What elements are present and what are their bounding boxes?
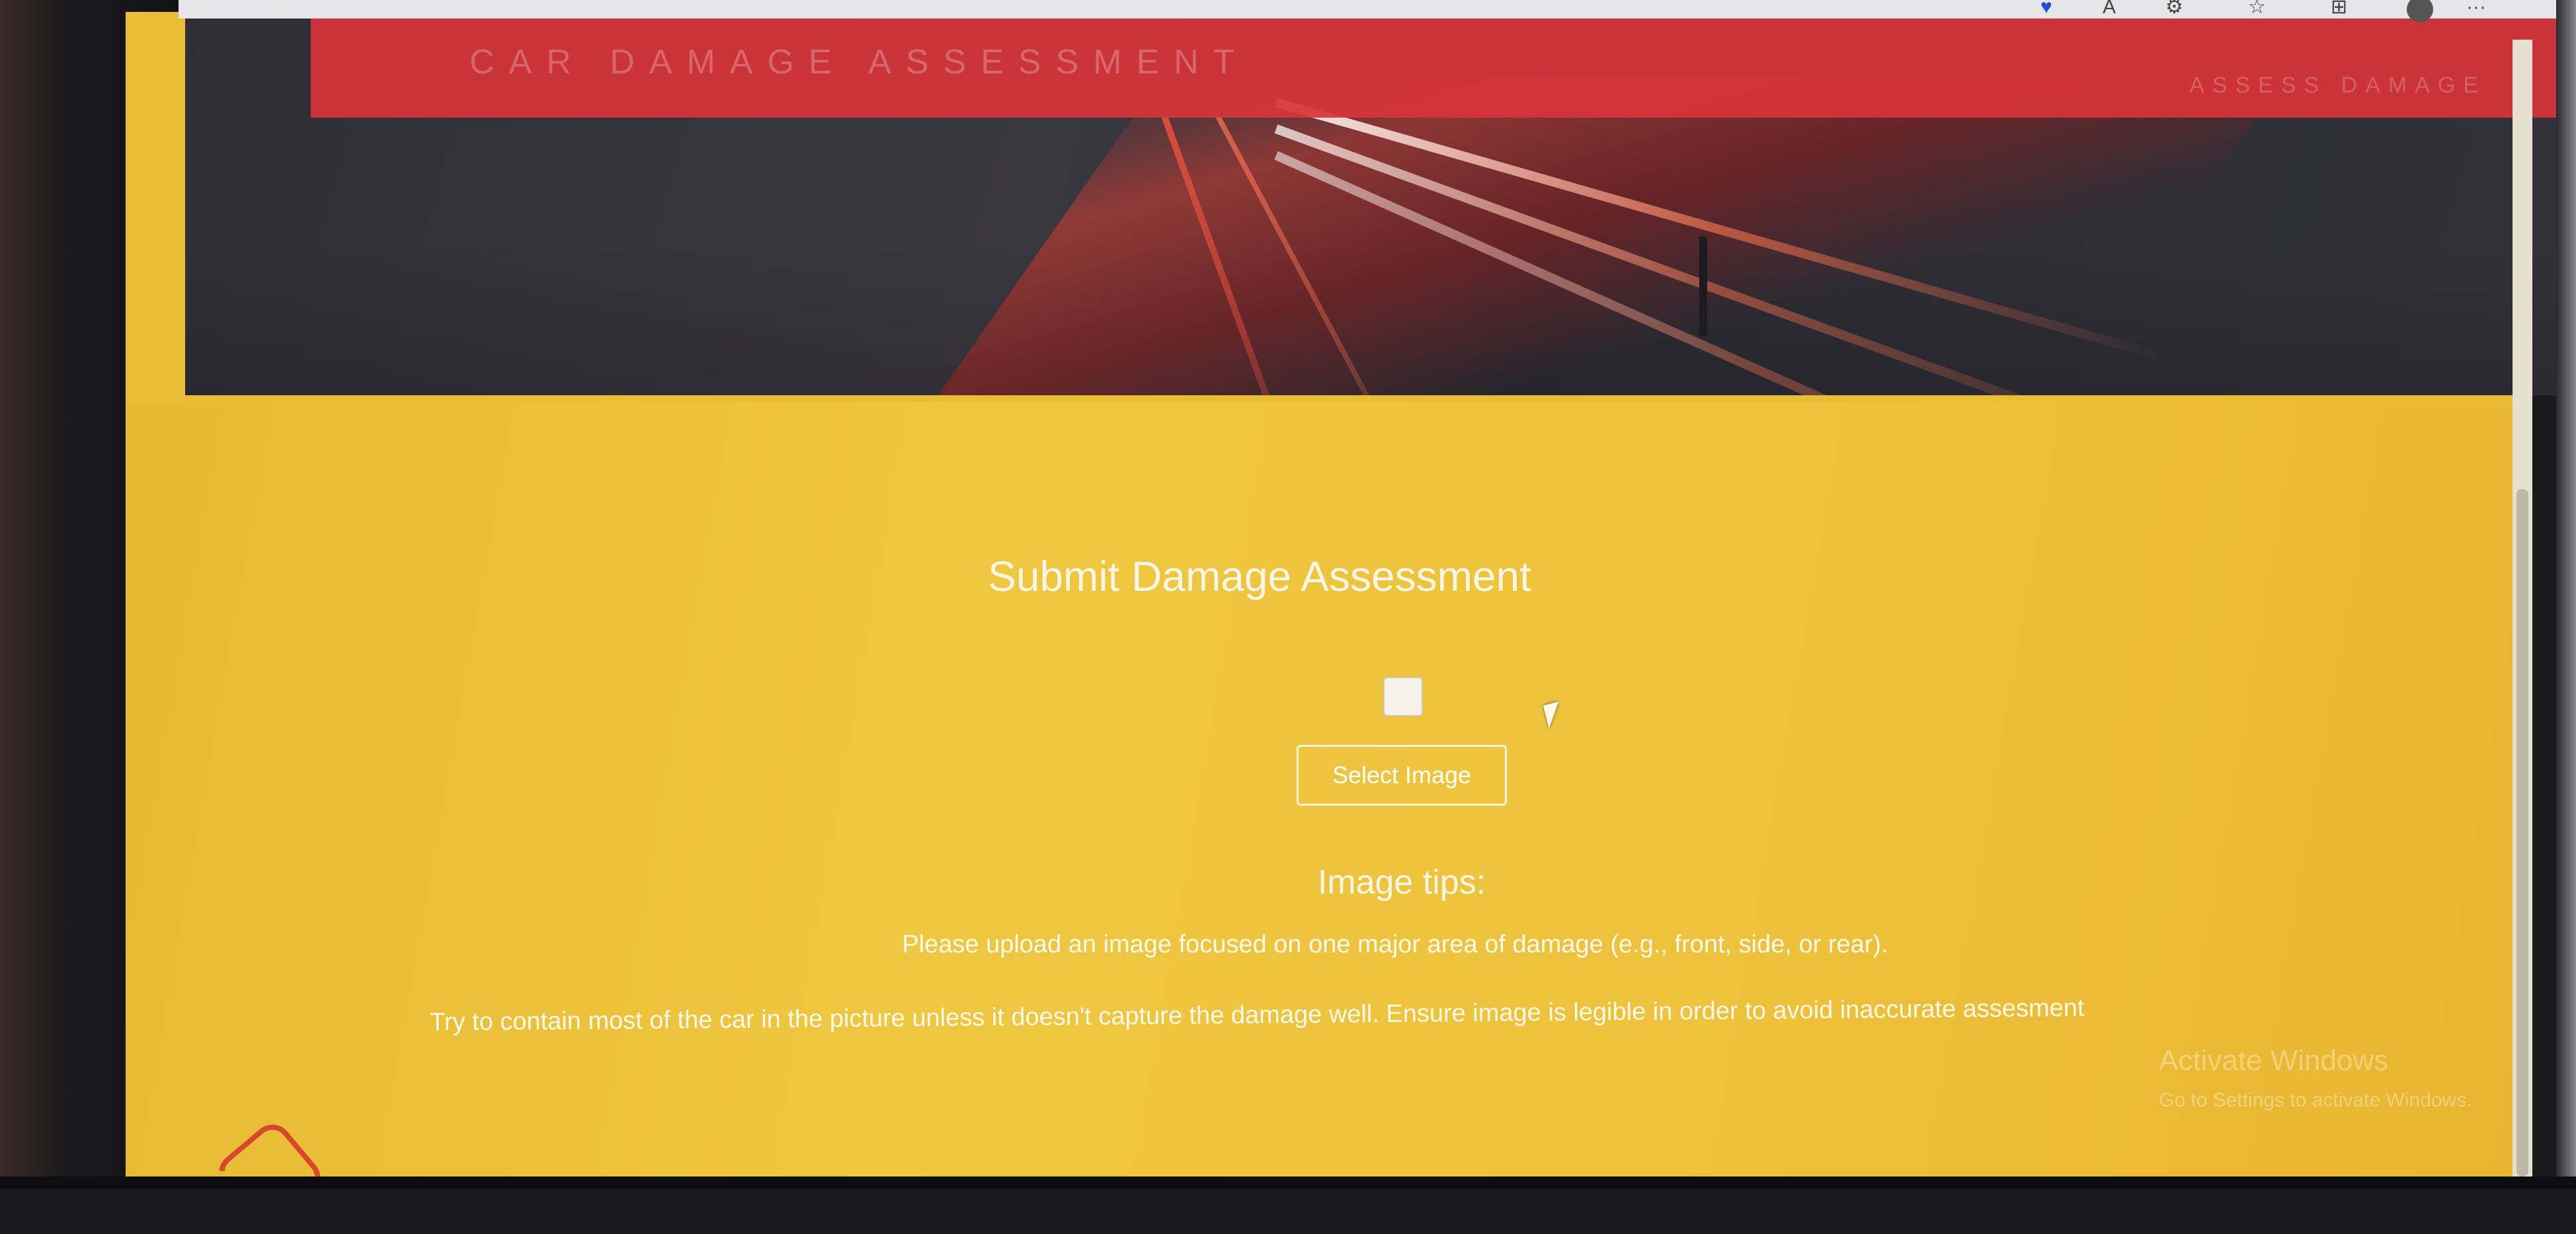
activate-windows-subtitle: Go to Settings to activate Windows. (2159, 1089, 2472, 1111)
activate-windows-watermark: Activate Windows Go to Settings to activ… (2159, 1044, 2472, 1112)
nav-link-assess-damage[interactable]: ASSESS DAMAGE (2189, 73, 2486, 98)
extensions-icon[interactable]: ⚙ (2165, 0, 2183, 17)
read-aloud-icon[interactable]: A (2103, 0, 2116, 17)
monitor-bezel-right (2556, 0, 2576, 1189)
hero-road-pole (1699, 237, 1707, 336)
image-tips-heading: Image tips: (1317, 863, 1486, 902)
top-navbar: CAR DAMAGE ASSESSMENT ASSESS DAMAGE (311, 12, 2576, 118)
image-checkbox[interactable] (1383, 677, 1423, 716)
page-title: Submit Damage Assessment (988, 553, 1531, 600)
hero-road-image (928, 78, 2285, 395)
select-image-button[interactable]: Select Image (1297, 745, 1507, 806)
more-options-icon[interactable]: ··· (2466, 0, 2486, 17)
scrollbar-thumb[interactable] (2516, 489, 2528, 1176)
favorite-heart-icon[interactable]: ♥ (2040, 0, 2052, 17)
favorites-icon[interactable]: ☆ (2248, 0, 2266, 17)
page-scrollbar[interactable] (2513, 40, 2532, 1176)
monitor-bezel-bottom (0, 1176, 2576, 1189)
activate-windows-title: Activate Windows (2159, 1044, 2389, 1077)
collections-icon[interactable]: ⊞ (2331, 0, 2347, 17)
image-tip: Please upload an image focused on one ma… (902, 931, 1888, 958)
browser-toolbar: ♥ A ⚙ ☆ ⊞ ··· (179, 0, 2559, 22)
brand-logo-text[interactable]: CAR DAMAGE ASSESSMENT (469, 42, 1249, 82)
